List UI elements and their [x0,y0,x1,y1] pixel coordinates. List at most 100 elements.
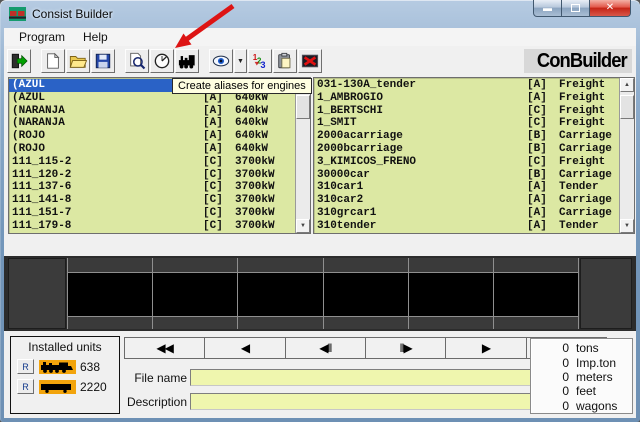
close-mail-button[interactable] [298,49,322,73]
close-button[interactable]: ✕ [589,0,631,17]
list-item[interactable]: (NARANJA [A] 640kW [9,105,295,118]
total-value: 0 [553,341,569,355]
list-item[interactable]: 111_120-2 [C] 3700kW [9,169,295,182]
list-item[interactable]: 111_115-2 [C] 3700kW [9,156,295,169]
minimize-button[interactable]: ▬ [533,0,562,17]
consist-slot[interactable] [324,258,409,329]
conbuilder-logo: ConBuilder [524,49,632,73]
consist-slot[interactable] [238,258,323,329]
sort-numeric-button[interactable]: 1 2 3 [248,49,272,73]
scroll-thumb[interactable] [296,95,310,119]
open-button[interactable] [66,49,90,73]
nav-button[interactable]: ◀◀ [124,337,205,359]
scroll-up-icon[interactable]: ▲ [620,78,634,92]
exit-button[interactable] [7,49,31,73]
list-item[interactable]: 30000car [B] Carriage [314,169,619,182]
consist-slot[interactable] [68,258,153,329]
client-area: ProgramHelp [4,28,636,418]
sort-123-icon: 1 2 3 [251,52,269,70]
print-preview-icon [128,52,146,70]
create-engine-aliases-button[interactable] [175,49,199,73]
menu-item[interactable]: Help [74,29,117,45]
description-label: Description [121,395,187,409]
list-item[interactable]: 111_179-8 [C] 3700kW [9,220,295,233]
list-item[interactable]: 310car2 [A] Carriage [314,194,619,207]
chevron-down-icon: ▼ [237,58,244,65]
wagons-list: 031-130A_tender [A] Freight 1_AMBROGIO [… [313,77,635,234]
clipboard-paste-icon [276,52,294,70]
list-item[interactable]: 1_SMIT [C] Freight [314,117,619,130]
track-left-cap [8,258,66,329]
new-button[interactable] [41,49,65,73]
list-item[interactable]: (ROJO [A] 640kW [9,130,295,143]
reload-engines-button[interactable]: R [17,359,34,374]
engines-list: (AZUL (AZUL [A] 640kW (NARANJA [A] 640kW [8,77,311,234]
wheel-button[interactable] [150,49,174,73]
list-item[interactable]: 310grcar1 [A] Carriage [314,207,619,220]
totals-panel: 0 tons 0 Imp.ton 0 meters 0 feet [530,338,633,414]
list-item[interactable]: 3_KIMICOS_FRENO [C] Freight [314,156,619,169]
view-dropdown-button[interactable]: ▼ [234,49,247,73]
total-label: wagons [576,399,628,413]
consist-slot[interactable] [409,258,494,329]
caption-buttons: ▬ ✕ [533,0,631,17]
engines-rows: (AZUL (AZUL [A] 640kW (NARANJA [A] 640kW [9,78,295,233]
mail-x-icon [301,52,319,70]
wagon-icon [39,380,76,394]
toolbar: ▼ 1 2 3 [4,46,636,76]
window-title: Consist Builder [32,7,113,21]
list-item[interactable]: (NARANJA [A] 640kW [9,117,295,130]
reload-wagons-button[interactable]: R [17,379,34,394]
svg-text:3: 3 [260,60,265,70]
save-button[interactable] [91,49,115,73]
eye-icon [212,52,230,70]
consist-slots [67,258,579,329]
nav-button[interactable]: ‖▶ [365,337,446,359]
list-item[interactable]: 111_151-7 [C] 3700kW [9,207,295,220]
scroll-down-icon[interactable]: ▼ [296,219,310,233]
total-row: 0 feet [531,384,628,398]
consist-slot[interactable] [494,258,579,329]
paste-button[interactable] [273,49,297,73]
nav-button[interactable]: ◀ [204,337,285,359]
wagons-scrollbar[interactable]: ▲ ▼ [619,78,634,233]
save-floppy-icon [94,52,112,70]
nav-button[interactable]: ▶ [445,337,526,359]
engines-scrollbar[interactable]: ▲ ▼ [295,78,310,233]
total-value: 0 [553,399,569,413]
total-label: Imp.ton [576,356,628,370]
scroll-thumb[interactable] [620,95,634,119]
new-document-icon [44,52,62,70]
consist-track [4,256,636,331]
track-right-cap [580,258,632,329]
total-row: 0 wagons [531,399,628,413]
list-item[interactable]: 031-130A_tender [A] Freight [314,79,619,92]
engine-count-row: R 638 [17,359,119,374]
wagon-count: 2220 [80,380,107,394]
titlebar[interactable]: Consist Builder ▬ ✕ [0,0,640,28]
app-window: Consist Builder ▬ ✕ ProgramHelp [0,0,640,422]
list-item[interactable]: 2000acarriage [B] Carriage [314,130,619,143]
nav-button[interactable]: ◀‖ [285,337,366,359]
list-item[interactable]: 2000bcarriage [B] Carriage [314,143,619,156]
list-item[interactable]: (ROJO [A] 640kW [9,143,295,156]
list-item[interactable]: 111_141-8 [C] 3700kW [9,194,295,207]
list-item[interactable]: 1_AMBROGIO [A] Freight [314,92,619,105]
scroll-down-icon[interactable]: ▼ [620,219,634,233]
engine-count: 638 [80,360,100,374]
total-label: tons [576,341,628,355]
list-item[interactable]: 310car1 [A] Tender [314,181,619,194]
list-item[interactable]: 310tender [A] Tender [314,220,619,233]
menu-item[interactable]: Program [10,29,74,45]
wheel-dial-icon [153,52,171,70]
total-value: 0 [553,356,569,370]
list-item[interactable]: 111_137-6 [C] 3700kW [9,181,295,194]
consist-slot[interactable] [153,258,238,329]
maximize-button[interactable] [562,0,589,17]
installed-units-panel: Installed units R 63 [10,336,120,414]
view-button[interactable] [209,49,233,73]
total-row: 0 tons [531,341,628,355]
print-preview-button[interactable] [125,49,149,73]
list-item[interactable]: 1_BERTSCHI [C] Freight [314,105,619,118]
total-row: 0 meters [531,370,628,384]
